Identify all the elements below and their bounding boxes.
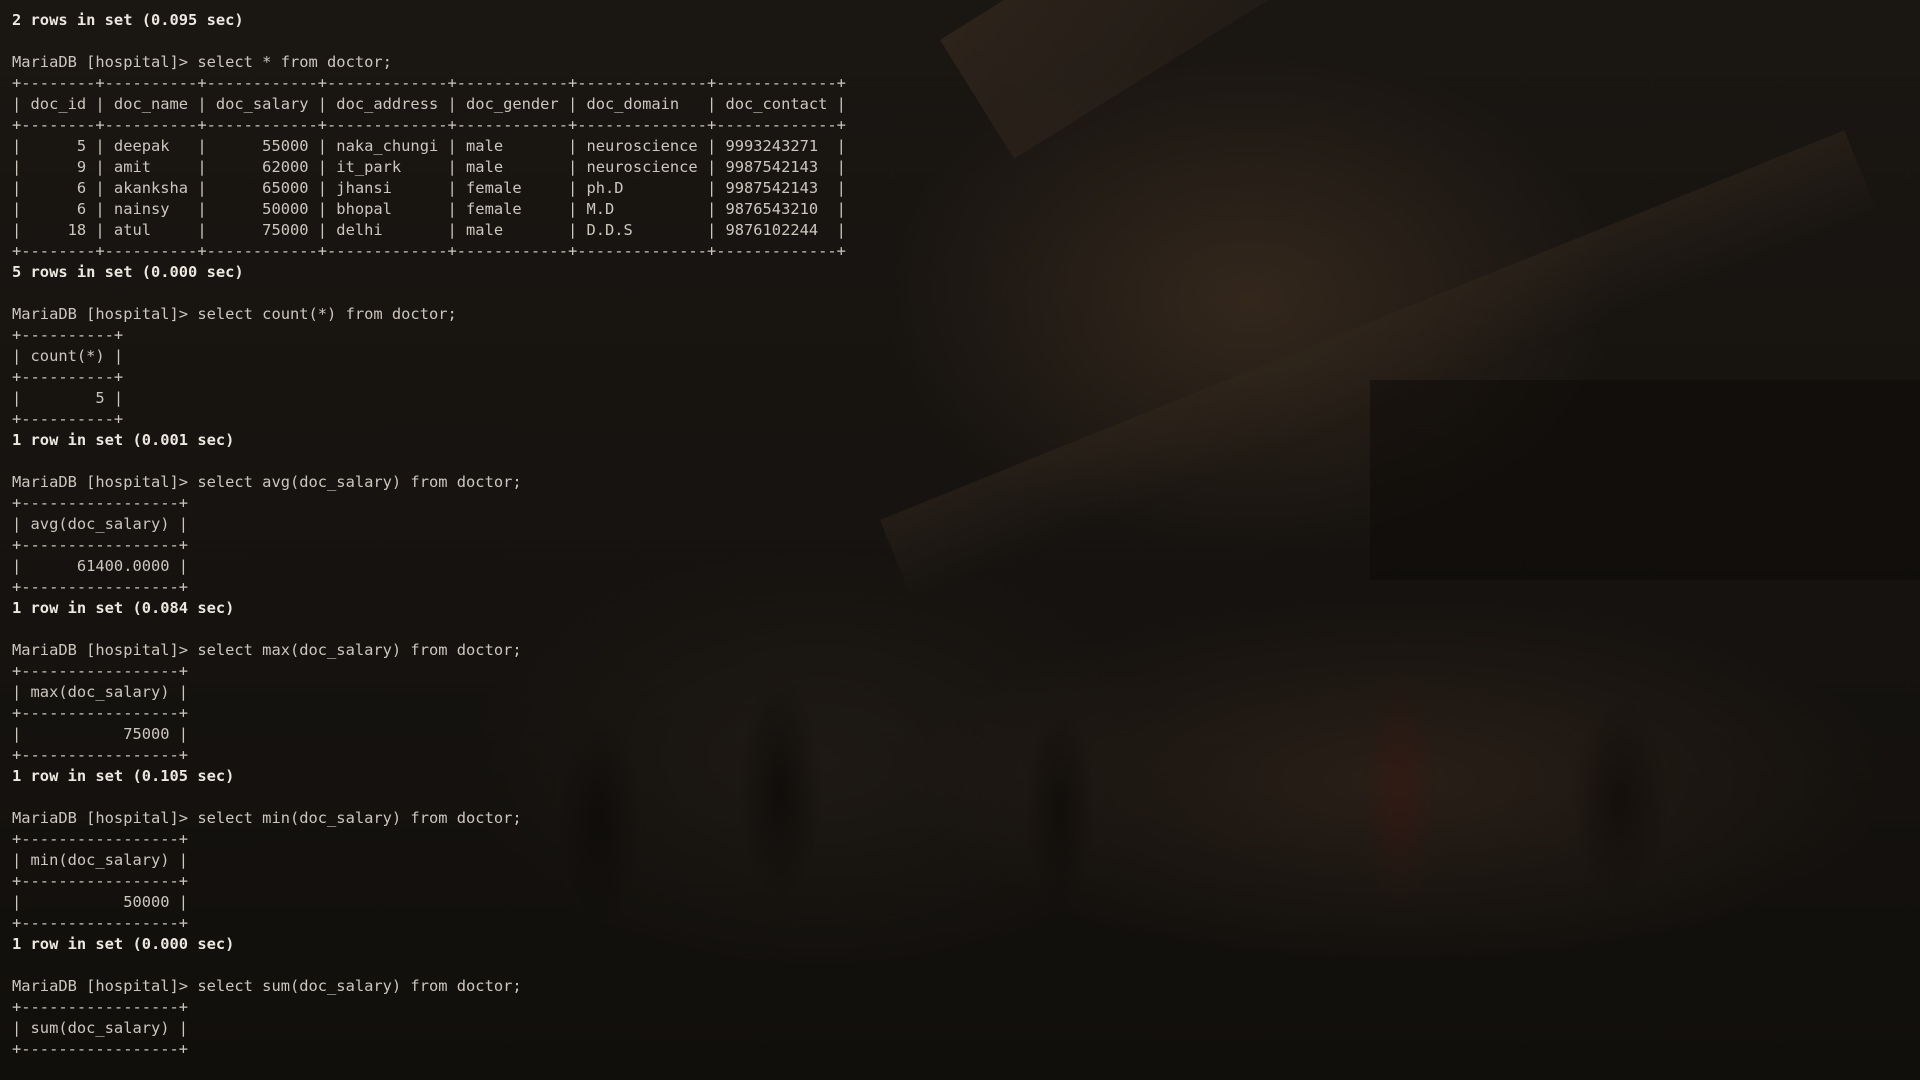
table-border-line: +--------+----------+------------+------… xyxy=(12,74,846,92)
table-border-line: +-----------------+ xyxy=(12,746,189,764)
command-prompt-line: MariaDB [hospital]> select count(*) from… xyxy=(12,305,457,323)
table-border-line: +----------+ xyxy=(12,368,124,386)
command-prompt-line: MariaDB [hospital]> select min(doc_salar… xyxy=(12,809,522,827)
table-row: | 6 | nainsy | 50000 | bhopal | female |… xyxy=(12,200,846,218)
table-row: | 50000 | xyxy=(12,893,189,911)
table-row: | 9 | amit | 62000 | it_park | male | ne… xyxy=(12,158,846,176)
background-storefront xyxy=(1370,380,1920,580)
table-row: | 6 | akanksha | 65000 | jhansi | female… xyxy=(12,179,846,197)
table-border-line: +-----------------+ xyxy=(12,914,189,932)
command-prompt-line: MariaDB [hospital]> select * from doctor… xyxy=(12,53,392,71)
table-row: | 61400.0000 | xyxy=(12,557,189,575)
command-prompt-line: MariaDB [hospital]> select avg(doc_salar… xyxy=(12,473,522,491)
query-status-line: 5 rows in set (0.000 sec) xyxy=(12,263,244,281)
query-status-line: 2 rows in set (0.095 sec) xyxy=(12,11,244,29)
table-border-line: +----------+ xyxy=(12,326,124,344)
table-border-line: +--------+----------+------------+------… xyxy=(12,242,846,260)
table-row: | 18 | atul | 75000 | delhi | male | D.D… xyxy=(12,221,846,239)
table-border-line: +--------+----------+------------+------… xyxy=(12,116,846,134)
background-awning xyxy=(940,0,1608,159)
command-prompt-line: MariaDB [hospital]> select max(doc_salar… xyxy=(12,641,522,659)
table-border-line: +-----------------+ xyxy=(12,872,189,890)
table-border-line: +-----------------+ xyxy=(12,494,189,512)
table-header-line: | min(doc_salary) | xyxy=(12,851,189,869)
table-header-line: | avg(doc_salary) | xyxy=(12,515,189,533)
table-border-line: +-----------------+ xyxy=(12,998,189,1016)
table-border-line: +-----------------+ xyxy=(12,662,189,680)
query-status-line: 1 row in set (0.105 sec) xyxy=(12,767,235,785)
table-row: | 5 | deepak | 55000 | naka_chungi | mal… xyxy=(12,137,846,155)
table-row: | 5 | xyxy=(12,389,124,407)
table-border-line: +-----------------+ xyxy=(12,704,189,722)
terminal-output[interactable]: 2 rows in set (0.095 sec) MariaDB [hospit… xyxy=(12,10,846,1060)
table-border-line: +-----------------+ xyxy=(12,830,189,848)
table-header-line: | count(*) | xyxy=(12,347,124,365)
query-status-line: 1 row in set (0.001 sec) xyxy=(12,431,235,449)
query-status-line: 1 row in set (0.000 sec) xyxy=(12,935,235,953)
table-header-line: | max(doc_salary) | xyxy=(12,683,189,701)
table-border-line: +----------+ xyxy=(12,410,124,428)
table-border-line: +-----------------+ xyxy=(12,1040,189,1058)
command-prompt-line: MariaDB [hospital]> select sum(doc_salar… xyxy=(12,977,522,995)
query-status-line: 1 row in set (0.084 sec) xyxy=(12,599,235,617)
table-border-line: +-----------------+ xyxy=(12,536,189,554)
table-border-line: +-----------------+ xyxy=(12,578,189,596)
table-header-line: | doc_id | doc_name | doc_salary | doc_a… xyxy=(12,95,846,113)
table-row: | 75000 | xyxy=(12,725,189,743)
table-header-line: | sum(doc_salary) | xyxy=(12,1019,189,1037)
